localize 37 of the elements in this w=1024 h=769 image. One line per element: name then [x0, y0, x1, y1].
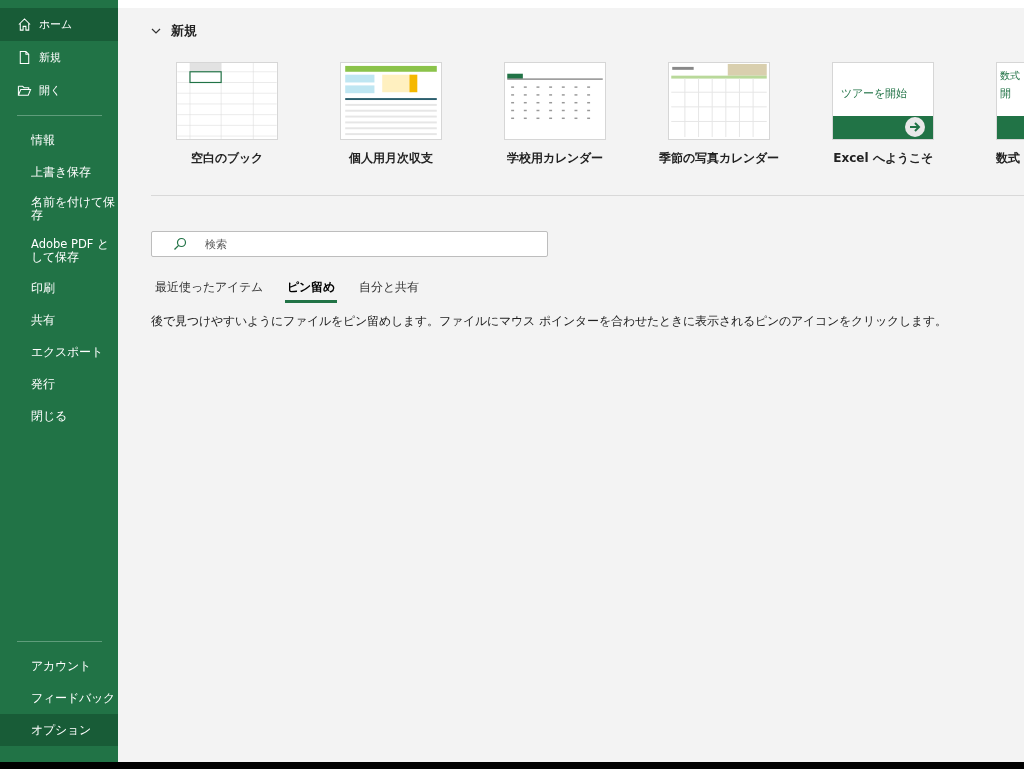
thumbnail-caption: 数式	[1000, 69, 1020, 83]
tab[interactable]: ピン留め	[285, 278, 337, 303]
sidebar-item[interactable]: オプション	[0, 714, 118, 746]
template-label[interactable]: 空白のブック	[191, 150, 263, 167]
sidebar-item-label: 開く	[39, 83, 61, 98]
template-label[interactable]: 学校用カレンダー	[507, 150, 603, 167]
chevron-icon[interactable]	[151, 26, 161, 36]
sidebar-item[interactable]: 新規	[0, 41, 118, 74]
sidebar-item[interactable]: 印刷	[0, 272, 118, 304]
folder-icon	[17, 83, 32, 98]
tab[interactable]: 自分と共有	[357, 278, 421, 303]
template-label[interactable]: 個人用月次収支	[349, 150, 433, 167]
section-title: 新規	[171, 22, 197, 40]
sidebar-item[interactable]: 情報	[0, 124, 118, 156]
home-icon	[17, 17, 32, 32]
template-label[interactable]: Excel へようこそ	[833, 150, 933, 167]
tab[interactable]: 最近使ったアイテム	[153, 278, 265, 303]
sidebar-item[interactable]: 共有	[0, 304, 118, 336]
sidebar-item[interactable]: 名前を付けて保存	[0, 188, 118, 230]
thumbnail-title: ツアーを開始	[841, 87, 907, 101]
description-text: 後で見つけやすいようにファイルをピン留めします。ファイルにマウス ポインターを合わせたときに表示されるピンのアイコンをクリックします。	[151, 313, 948, 330]
sidebar-item[interactable]: フィードバック	[0, 682, 118, 714]
template-label[interactable]: 数式	[996, 150, 1020, 167]
sidebar-item[interactable]: 発行	[0, 368, 118, 400]
sidebar-item[interactable]: アカウント	[0, 650, 118, 682]
sidebar-item[interactable]: Adobe PDF として保存	[0, 230, 118, 272]
sidebar-item-label: ホーム	[39, 17, 72, 32]
thumbnail-title: 開	[1000, 87, 1011, 101]
sidebar-item-label: 新規	[39, 50, 61, 65]
sidebar-item[interactable]: 閉じる	[0, 400, 118, 432]
sidebar-item[interactable]: 上書き保存	[0, 156, 118, 188]
document-icon	[17, 50, 32, 65]
search-field[interactable]: 検索	[151, 231, 548, 257]
sidebar-item[interactable]: エクスポート	[0, 336, 118, 368]
template-label[interactable]: 季節の写真カレンダー	[659, 150, 779, 167]
sidebar-item[interactable]: 開く	[0, 74, 118, 107]
sidebar-item[interactable]: ホーム	[0, 8, 118, 41]
